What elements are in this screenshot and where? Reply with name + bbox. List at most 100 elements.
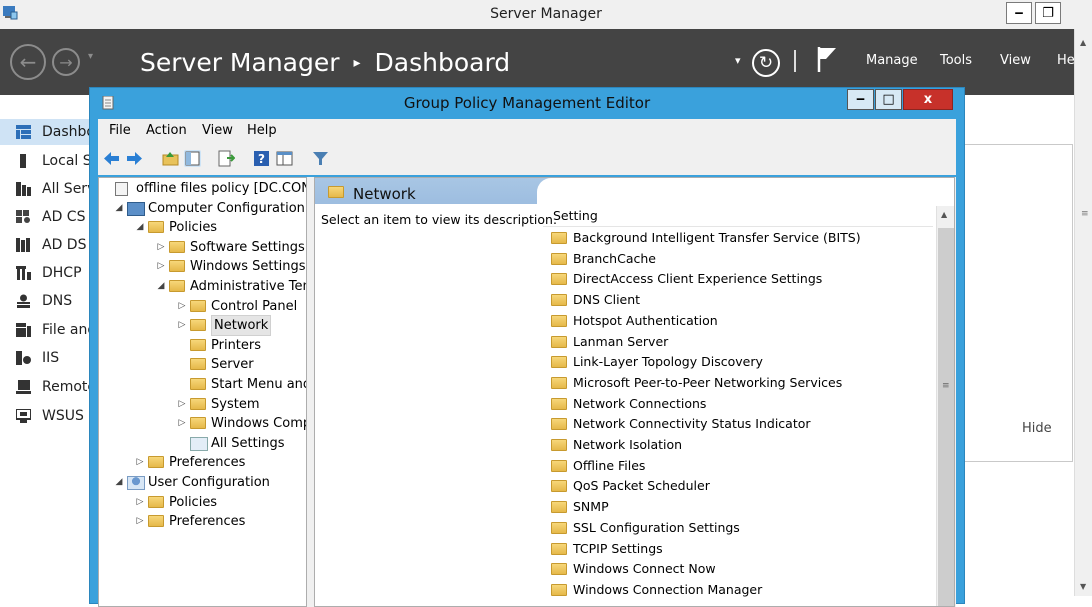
- expand-arrow-icon[interactable]: ▷: [177, 414, 187, 433]
- settings-list-scrollbar[interactable]: ▲ ≡: [936, 206, 954, 606]
- forward-button[interactable]: →: [52, 48, 80, 76]
- expand-arrow-icon[interactable]: ▷: [135, 493, 145, 512]
- expand-arrow-icon[interactable]: ▷: [135, 453, 145, 472]
- expand-arrow-icon[interactable]: ▷: [156, 238, 166, 257]
- menu-view[interactable]: View: [202, 123, 233, 138]
- tree-item[interactable]: ◢ Administrative Temp: [99, 277, 306, 296]
- notifications-flag-icon[interactable]: [816, 45, 838, 73]
- forward-arrow-icon[interactable]: [126, 150, 143, 167]
- expand-arrow-icon[interactable]: ▷: [177, 395, 187, 414]
- file-storage-icon: [16, 323, 31, 337]
- folder-icon: [148, 221, 164, 234]
- tree-item[interactable]: ◢ Computer Configuration: [99, 199, 306, 218]
- hide-link[interactable]: Hide: [1022, 421, 1052, 436]
- sidebar-item-wsus[interactable]: WSUS: [0, 403, 90, 429]
- gpme-maximize-button[interactable]: □: [875, 89, 902, 110]
- tree-item[interactable]: Start Menu and T: [99, 375, 306, 394]
- sidebar-item-file-storage[interactable]: File and: [0, 317, 90, 343]
- tree-item-label: Policies: [169, 220, 218, 236]
- dhcp-icon: [16, 266, 31, 280]
- sidebar-item-all-servers[interactable]: All Serv: [0, 176, 90, 202]
- tree-item[interactable]: ▷ Windows Compo: [99, 414, 306, 433]
- expand-arrow-icon[interactable]: ▷: [156, 257, 166, 276]
- tree-item[interactable]: Printers: [99, 336, 306, 355]
- menu-manage[interactable]: Manage: [866, 53, 918, 68]
- settings-list-item-label: QoS Packet Scheduler: [573, 478, 710, 494]
- sidebar-item-dhcp[interactable]: DHCP: [0, 260, 90, 286]
- folder-icon: [148, 515, 164, 528]
- gpme-minimize-button[interactable]: ‒: [847, 89, 874, 110]
- tree-item-label: Computer Configuration: [148, 200, 305, 216]
- sidebar-item-dns[interactable]: DNS: [0, 288, 90, 314]
- tree-item[interactable]: ▷ Preferences: [99, 453, 306, 472]
- menu-file[interactable]: File: [109, 123, 131, 138]
- filter-icon[interactable]: [312, 150, 329, 167]
- sidebar-item-label: AD CS: [42, 209, 86, 225]
- expand-arrow-icon[interactable]: ▷: [177, 297, 187, 316]
- expand-arrow-icon[interactable]: ◢: [114, 473, 124, 492]
- scroll-grip-icon: ≡: [1081, 209, 1089, 219]
- extended-view-icon[interactable]: [276, 150, 293, 167]
- sidebar-item-remote-access[interactable]: Remote: [0, 374, 90, 400]
- history-dropdown-icon[interactable]: ▾: [88, 51, 93, 62]
- settings-list-item-label: Windows Connect Now: [573, 561, 716, 577]
- tree-item[interactable]: offline files policy [DC.CONTOS: [99, 179, 306, 198]
- refresh-icon[interactable]: ↻: [752, 49, 780, 77]
- sidebar-item-iis[interactable]: IIS: [0, 345, 90, 371]
- expand-arrow-icon[interactable]: ◢: [114, 199, 124, 218]
- sidebar-item-ad-cs[interactable]: AD CS: [0, 204, 90, 230]
- expand-arrow-icon[interactable]: ▷: [135, 512, 145, 531]
- show-hide-tree-icon[interactable]: [184, 150, 201, 167]
- server-manager-scrollbar[interactable]: ▲ ≡ ▼: [1074, 29, 1092, 596]
- tree-item[interactable]: ▷ Preferences: [99, 512, 306, 531]
- tree-item[interactable]: All Settings: [99, 434, 306, 453]
- expand-arrow-icon[interactable]: ◢: [135, 218, 145, 237]
- tree-item[interactable]: ◢ User Configuration: [99, 473, 306, 492]
- folder-icon: [551, 501, 567, 514]
- list-scroll-up-icon[interactable]: ▲: [941, 210, 947, 219]
- tree-item-label: Preferences: [169, 514, 246, 530]
- settings-list: Setting Background Intelligent Transfer …: [543, 206, 954, 606]
- settings-list-item-label: Background Intelligent Transfer Service …: [573, 230, 861, 245]
- settings-list-item-label: Hotspot Authentication: [573, 312, 718, 328]
- expand-arrow-icon[interactable]: ▷: [177, 316, 187, 335]
- tree-item[interactable]: ▷ Software Settings: [99, 238, 306, 257]
- tree-item[interactable]: Server: [99, 355, 306, 374]
- menu-action[interactable]: Action: [146, 123, 187, 138]
- refresh-dropdown-icon[interactable]: ▾: [735, 54, 741, 67]
- back-button[interactable]: ←: [10, 44, 46, 80]
- sidebar-item-label: Remote: [42, 379, 90, 395]
- sidebar-item-dashboard[interactable]: Dashbo: [0, 119, 90, 145]
- folder-icon: [148, 456, 164, 469]
- menu-view[interactable]: View: [1000, 53, 1031, 68]
- folder-icon: [551, 397, 567, 410]
- tree-item[interactable]: ▷ Policies: [99, 493, 306, 512]
- gpme-close-button[interactable]: x: [903, 89, 953, 110]
- folder-icon: [551, 521, 567, 534]
- tree-item-label: Windows Compo: [211, 416, 306, 432]
- expand-arrow-icon[interactable]: ◢: [156, 277, 166, 296]
- up-folder-icon[interactable]: [162, 150, 179, 167]
- sm-minimize-button[interactable]: ‒: [1006, 2, 1032, 24]
- policy-tree[interactable]: offline files policy [DC.CONTOS◢Computer…: [98, 177, 307, 607]
- export-list-icon[interactable]: [218, 150, 235, 167]
- tree-item[interactable]: ▷ Windows Settings: [99, 257, 306, 276]
- scroll-down-icon[interactable]: ▼: [1080, 582, 1086, 591]
- folder-icon: [551, 459, 567, 472]
- menu-help[interactable]: Help: [247, 123, 277, 138]
- tree-item-selected[interactable]: ▷ Network: [99, 315, 306, 337]
- help-icon[interactable]: ?: [253, 150, 270, 167]
- tree-item[interactable]: ▷ Control Panel: [99, 297, 306, 316]
- sm-restore-button[interactable]: ❐: [1035, 2, 1061, 24]
- sidebar-item-label: File and: [42, 322, 90, 338]
- menu-help[interactable]: He: [1057, 53, 1075, 68]
- scroll-up-icon[interactable]: ▲: [1080, 38, 1086, 47]
- tree-item[interactable]: ◢ Policies: [99, 218, 306, 237]
- sidebar-item-ad-ds[interactable]: AD DS: [0, 232, 90, 258]
- sidebar-item-local-server[interactable]: Local S: [0, 148, 90, 174]
- menu-tools[interactable]: Tools: [940, 53, 972, 68]
- back-arrow-icon[interactable]: [103, 150, 120, 167]
- tree-item[interactable]: ▷ System: [99, 395, 306, 414]
- list-scroll-thumb[interactable]: [938, 228, 954, 606]
- sidebar-item-label: WSUS: [42, 408, 84, 424]
